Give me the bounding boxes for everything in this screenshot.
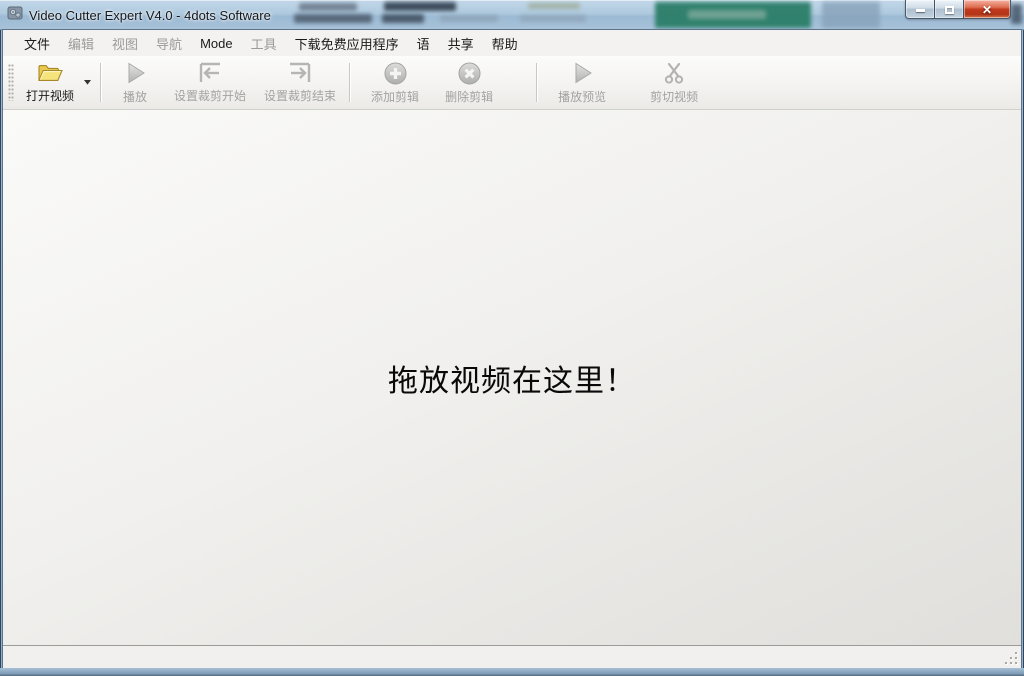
caption-buttons: ✕ — [905, 0, 1011, 19]
chevron-down-icon — [84, 80, 92, 85]
window-title: Video Cutter Expert V4.0 - 4dots Softwar… — [29, 7, 271, 23]
video-drop-zone[interactable]: 拖放视频在这里！ — [3, 110, 1021, 646]
menu-edit[interactable]: 编辑 — [59, 31, 103, 56]
resize-grip[interactable] — [1004, 651, 1018, 665]
menu-help[interactable]: 帮助 — [483, 31, 527, 56]
delete-clip-icon — [457, 61, 482, 86]
delete-clip-label: 删除剪辑 — [445, 89, 494, 104]
menu-navigate[interactable]: 导航 — [147, 31, 191, 56]
set-cut-end-label: 设置裁剪结束 — [264, 89, 337, 103]
glass-artifact — [299, 3, 357, 11]
menu-download-free-apps[interactable]: 下载免费应用程序 — [286, 31, 408, 56]
maximize-button[interactable] — [935, 0, 964, 19]
add-clip-button[interactable]: 添加剪辑 — [362, 58, 428, 107]
add-clip-icon — [383, 61, 408, 86]
menu-language[interactable]: 语 — [408, 31, 439, 56]
client-area: 文件 编辑 视图 导航 Mode 工具 下载免费应用程序 语 共享 帮助 打开视… — [3, 30, 1021, 668]
scissors-icon — [661, 60, 687, 86]
play-preview-label: 播放预览 — [558, 90, 607, 104]
play-label: 播放 — [123, 90, 148, 104]
play-icon — [122, 60, 148, 86]
menu-view[interactable]: 视图 — [103, 31, 147, 56]
glass-artifact — [520, 15, 586, 22]
open-video-label: 打开视频 — [26, 89, 75, 103]
cut-video-button[interactable]: 剪切视频 — [641, 58, 707, 107]
status-bar — [3, 646, 1021, 668]
open-video-dropdown[interactable] — [83, 58, 96, 107]
app-icon — [7, 5, 23, 26]
add-clip-label: 添加剪辑 — [371, 89, 420, 104]
set-cut-end-icon — [287, 61, 313, 85]
set-cut-start-label: 设置裁剪开始 — [174, 89, 247, 103]
glass-artifact — [382, 14, 424, 23]
window-frame-bottom — [0, 668, 1024, 676]
glass-artifact — [384, 2, 456, 11]
menu-file[interactable]: 文件 — [15, 31, 59, 56]
toolbar-separator — [100, 63, 102, 102]
close-button[interactable]: ✕ — [964, 0, 1011, 19]
set-cut-start-icon — [197, 61, 223, 85]
glass-artifact — [440, 15, 498, 22]
minimize-button[interactable] — [905, 0, 935, 19]
app-window: Video Cutter Expert V4.0 - 4dots Softwar… — [0, 0, 1024, 676]
toolbar-separator — [349, 63, 351, 102]
play-button[interactable]: 播放 — [113, 58, 157, 107]
menu-tools[interactable]: 工具 — [242, 31, 286, 56]
menu-mode[interactable]: Mode — [191, 33, 242, 54]
toolbar-separator — [536, 63, 538, 102]
open-video-button[interactable]: 打开视频 — [17, 58, 83, 107]
drop-hint-text: 拖放视频在这里！ — [388, 363, 636, 399]
close-icon: ✕ — [981, 2, 993, 17]
toolbar: 打开视频 播放 设置裁剪开始 设置裁剪结束 添加剪辑 删除剪辑 播放预览 剪切视… — [3, 56, 1021, 110]
toolbar-grip[interactable] — [8, 64, 14, 101]
play-preview-icon — [569, 60, 595, 86]
glass-artifact — [1011, 4, 1022, 24]
set-cut-start-button[interactable]: 设置裁剪开始 — [165, 58, 255, 107]
set-cut-end-button[interactable]: 设置裁剪结束 — [255, 58, 345, 107]
glass-artifact — [294, 14, 372, 23]
delete-clip-button[interactable]: 删除剪辑 — [436, 58, 502, 107]
menu-share[interactable]: 共享 — [439, 31, 483, 56]
cut-video-label: 剪切视频 — [650, 90, 699, 104]
glass-artifact — [528, 3, 580, 9]
play-preview-button[interactable]: 播放预览 — [549, 58, 615, 107]
minimize-icon — [915, 9, 925, 12]
glass-artifact — [822, 2, 880, 28]
menu-bar: 文件 编辑 视图 导航 Mode 工具 下载免费应用程序 语 共享 帮助 — [3, 30, 1021, 56]
folder-open-icon — [35, 61, 65, 85]
title-bar[interactable]: Video Cutter Expert V4.0 - 4dots Softwar… — [0, 0, 1024, 30]
maximize-icon — [944, 5, 954, 14]
glass-artifact — [688, 10, 766, 19]
